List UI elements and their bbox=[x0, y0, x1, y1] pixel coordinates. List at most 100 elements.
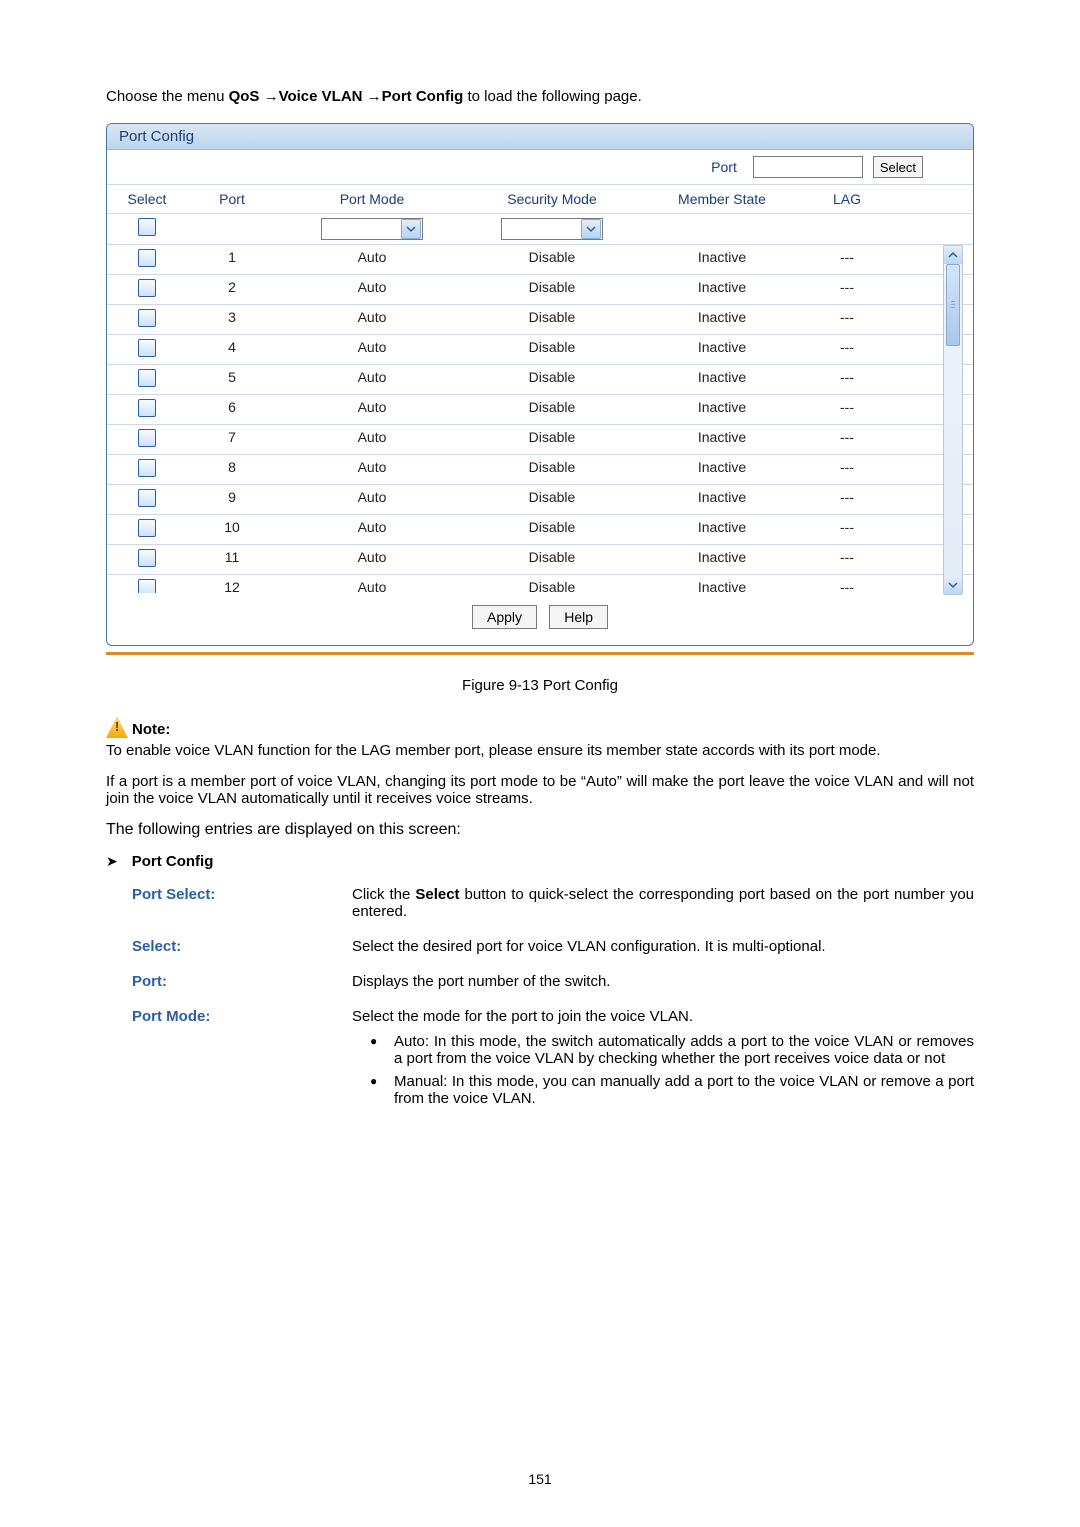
row-checkbox[interactable] bbox=[138, 369, 156, 387]
cell-security-mode: Disable bbox=[467, 335, 637, 364]
row-checkbox[interactable] bbox=[138, 489, 156, 507]
divider bbox=[106, 652, 974, 655]
row-checkbox[interactable] bbox=[138, 339, 156, 357]
cell-lag: --- bbox=[807, 245, 887, 274]
row-checkbox[interactable] bbox=[138, 429, 156, 447]
quick-select-toolbar: Select Port bbox=[107, 150, 973, 185]
cell-port-mode: Auto bbox=[277, 485, 467, 514]
row-checkbox[interactable] bbox=[138, 279, 156, 297]
intro-path: QoS →Voice VLAN →Port Config bbox=[229, 88, 464, 105]
chevron-right-icon: ➤ bbox=[106, 853, 118, 870]
cell-port-mode: Auto bbox=[277, 425, 467, 454]
row-checkbox[interactable] bbox=[138, 249, 156, 267]
cell-member-state: Inactive bbox=[637, 305, 807, 334]
col-member-state: Member State bbox=[637, 185, 807, 213]
cell-port-mode: Auto bbox=[277, 305, 467, 334]
panel-title: Port Config bbox=[107, 124, 973, 150]
cell-port: 8 bbox=[187, 455, 277, 484]
intro-text: Choose the menu QoS →Voice VLAN →Port Co… bbox=[106, 88, 974, 105]
row-checkbox[interactable] bbox=[138, 309, 156, 327]
cell-port: 4 bbox=[187, 335, 277, 364]
warning-icon bbox=[106, 716, 128, 738]
security-mode-dropdown[interactable] bbox=[501, 218, 603, 240]
port-mode-dropdown[interactable] bbox=[321, 218, 423, 240]
port-number-input[interactable] bbox=[753, 156, 863, 178]
cell-port: 9 bbox=[187, 485, 277, 514]
cell-port-mode: Auto bbox=[277, 395, 467, 424]
cell-lag: --- bbox=[807, 515, 887, 544]
scrollbar[interactable] bbox=[943, 245, 963, 595]
chevron-down-icon bbox=[581, 219, 601, 239]
cell-member-state: Inactive bbox=[637, 515, 807, 544]
cell-port: 2 bbox=[187, 275, 277, 304]
cell-lag: --- bbox=[807, 395, 887, 424]
col-port: Port bbox=[187, 185, 277, 213]
cell-lag: --- bbox=[807, 545, 887, 574]
cell-lag: --- bbox=[807, 305, 887, 334]
col-security-mode: Security Mode bbox=[467, 185, 637, 213]
body-select: Select the desired port for voice VLAN c… bbox=[352, 938, 974, 955]
intro-suffix: to load the following page. bbox=[463, 88, 641, 105]
cell-security-mode: Disable bbox=[467, 275, 637, 304]
help-button[interactable]: Help bbox=[549, 605, 608, 629]
section-title: Port Config bbox=[132, 853, 214, 870]
section-header: ➤ Port Config bbox=[106, 853, 974, 870]
row-checkbox[interactable] bbox=[138, 399, 156, 417]
cell-member-state: Inactive bbox=[637, 335, 807, 364]
row-checkbox[interactable] bbox=[138, 549, 156, 567]
cell-port: 5 bbox=[187, 365, 277, 394]
page-number: 151 bbox=[0, 1471, 1080, 1487]
table-row: 11AutoDisableInactive--- bbox=[107, 545, 973, 575]
select-all-checkbox[interactable] bbox=[138, 218, 156, 236]
col-select: Select bbox=[107, 185, 187, 213]
apply-button[interactable]: Apply bbox=[472, 605, 537, 629]
cell-lag: --- bbox=[807, 275, 887, 304]
def-port-mode: Port Mode: Select the mode for the port … bbox=[132, 1008, 974, 1113]
cell-member-state: Inactive bbox=[637, 485, 807, 514]
cell-port: 3 bbox=[187, 305, 277, 334]
table-row: 1AutoDisableInactive--- bbox=[107, 245, 973, 275]
cell-port-mode: Auto bbox=[277, 575, 467, 593]
cell-security-mode: Disable bbox=[467, 305, 637, 334]
table-body: 1AutoDisableInactive---2AutoDisableInact… bbox=[107, 245, 973, 593]
cell-lag: --- bbox=[807, 335, 887, 364]
body-port-mode: Select the mode for the port to join the… bbox=[352, 1008, 974, 1113]
cell-port-mode: Auto bbox=[277, 245, 467, 274]
cell-member-state: Inactive bbox=[637, 275, 807, 304]
cell-member-state: Inactive bbox=[637, 575, 807, 593]
scroll-track[interactable] bbox=[944, 264, 962, 576]
row-checkbox[interactable] bbox=[138, 459, 156, 477]
chevron-down-icon bbox=[401, 219, 421, 239]
cell-port: 1 bbox=[187, 245, 277, 274]
term-select: Select: bbox=[132, 938, 338, 955]
note-paragraph-2: If a port is a member port of voice VLAN… bbox=[106, 773, 974, 807]
term-port-mode: Port Mode: bbox=[132, 1008, 338, 1113]
quick-select-button[interactable]: Select bbox=[873, 156, 923, 178]
cell-security-mode: Disable bbox=[467, 515, 637, 544]
note-paragraph-1: To enable voice VLAN function for the LA… bbox=[106, 742, 974, 759]
row-checkbox[interactable] bbox=[138, 519, 156, 537]
cell-lag: --- bbox=[807, 485, 887, 514]
scroll-down-button[interactable] bbox=[944, 576, 962, 594]
table-row: 5AutoDisableInactive--- bbox=[107, 365, 973, 395]
cell-port-mode: Auto bbox=[277, 335, 467, 364]
body-port: Displays the port number of the switch. bbox=[352, 973, 974, 990]
table-row: 7AutoDisableInactive--- bbox=[107, 425, 973, 455]
cell-member-state: Inactive bbox=[637, 365, 807, 394]
cell-lag: --- bbox=[807, 455, 887, 484]
row-checkbox[interactable] bbox=[138, 579, 156, 593]
cell-security-mode: Disable bbox=[467, 245, 637, 274]
cell-security-mode: Disable bbox=[467, 575, 637, 593]
cell-security-mode: Disable bbox=[467, 425, 637, 454]
cell-member-state: Inactive bbox=[637, 425, 807, 454]
table-row: 4AutoDisableInactive--- bbox=[107, 335, 973, 365]
scroll-thumb[interactable] bbox=[946, 264, 960, 346]
cell-port: 7 bbox=[187, 425, 277, 454]
cell-security-mode: Disable bbox=[467, 395, 637, 424]
def-port-select: Port Select: Click the Select button to … bbox=[132, 886, 974, 920]
scroll-up-button[interactable] bbox=[944, 246, 962, 264]
port-config-panel: Port Config Select Port Select Port Port… bbox=[106, 123, 974, 646]
cell-port-mode: Auto bbox=[277, 515, 467, 544]
note-heading: Note: bbox=[106, 716, 974, 738]
cell-security-mode: Disable bbox=[467, 455, 637, 484]
